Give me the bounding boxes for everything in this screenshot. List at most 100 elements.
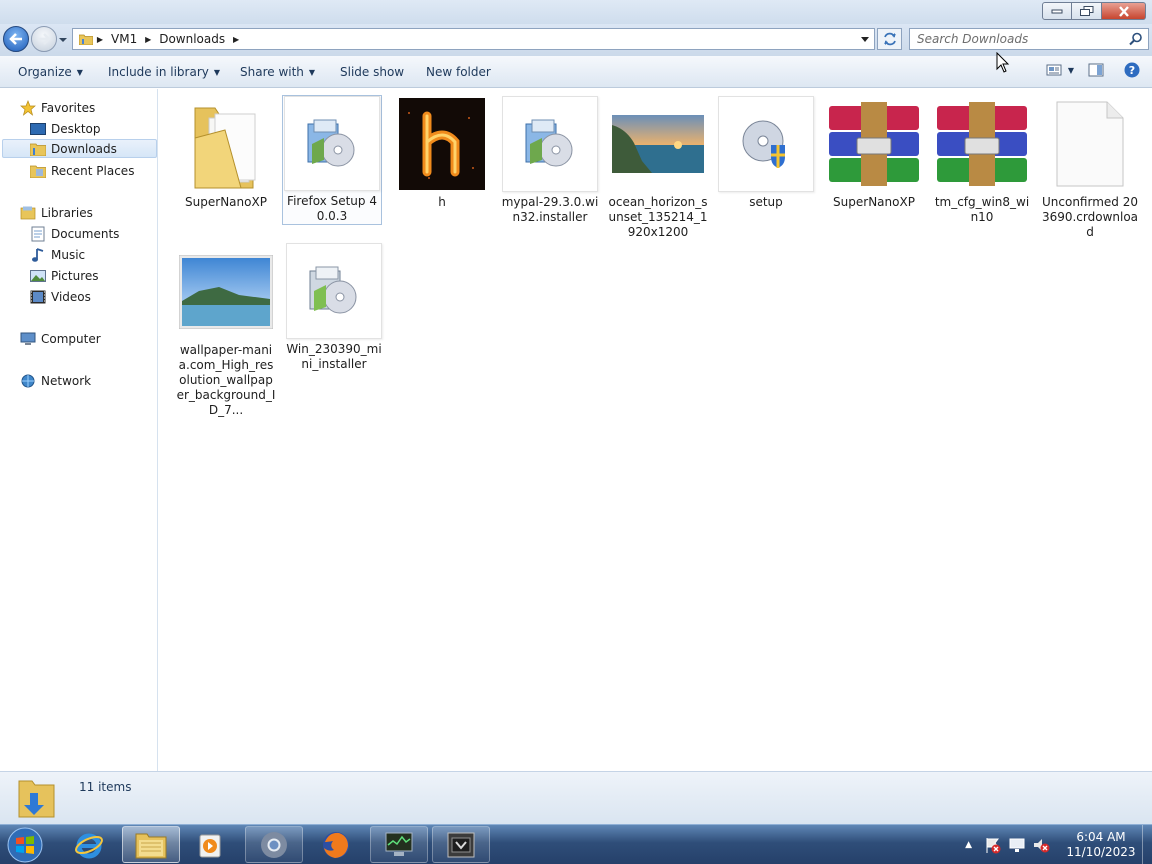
mouse-cursor-icon [996, 52, 1010, 73]
navigation-bar: ▶ VM1 ▶ Downloads ▶ [0, 24, 1152, 56]
file-name: Win_230390_mini_installer [286, 342, 382, 371]
forward-button[interactable] [31, 26, 57, 52]
address-bar[interactable]: ▶ VM1 ▶ Downloads ▶ [72, 28, 875, 50]
chevron-down-icon: ▼ [308, 67, 316, 77]
chevron-down-icon[interactable]: ▼ [1068, 66, 1074, 75]
taskbar-firefox[interactable] [307, 826, 365, 863]
pictures-icon [30, 268, 46, 284]
preview-pane-icon[interactable] [1088, 63, 1104, 77]
sidebar-item-recent-places[interactable]: Recent Places [30, 161, 134, 180]
window-controls [1042, 2, 1146, 20]
file-item[interactable]: ocean_horizon_sunset_135214_1920x1200 [608, 96, 708, 240]
file-name: setup [749, 195, 783, 209]
search-icon[interactable] [1129, 32, 1143, 46]
recent-places-icon [30, 163, 46, 179]
media-player-icon [199, 834, 221, 857]
star-icon [20, 99, 36, 116]
volume-muted-icon[interactable] [1032, 836, 1050, 854]
svg-text:?: ? [1129, 64, 1135, 77]
taskbar-media-player[interactable] [182, 826, 240, 863]
help-icon[interactable]: ? [1124, 62, 1140, 78]
breadcrumb-downloads[interactable]: Downloads [155, 32, 229, 46]
taskbar-windows-explorer[interactable] [122, 826, 180, 863]
sidebar-item-favorites[interactable]: Favorites [20, 98, 95, 117]
file-item[interactable]: h [392, 96, 492, 210]
internet-explorer-icon [75, 833, 103, 858]
file-item[interactable]: setup [716, 96, 816, 210]
sidebar-item-network[interactable]: Network [20, 371, 91, 390]
network-icon [20, 373, 36, 389]
share-with-menu[interactable]: Share with ▼ [240, 65, 315, 79]
include-in-library-menu[interactable]: Include in library ▼ [108, 65, 220, 79]
taskbar-chrome[interactable] [245, 826, 303, 863]
file-item[interactable]: tm_cfg_win8_win10 [932, 96, 1032, 225]
minimize-button[interactable] [1042, 2, 1072, 20]
sidebar-item-libraries[interactable]: Libraries [20, 203, 93, 222]
organize-menu[interactable]: Organize ▼ [18, 65, 83, 79]
system-tray: ▲ 6:04 AM 11/10/2023 [965, 825, 1152, 864]
sidebar-item-pictures[interactable]: Pictures [30, 266, 99, 285]
search-input[interactable] [910, 29, 1120, 49]
file-name: SuperNanoXP [833, 195, 915, 209]
clock-date: 11/10/2023 [1066, 845, 1136, 859]
refresh-button[interactable] [877, 28, 902, 50]
sidebar-item-label: Pictures [51, 268, 99, 283]
search-box [909, 28, 1149, 50]
file-item[interactable]: Win_230390_mini_installer [284, 243, 384, 372]
taskbar-app-window[interactable] [432, 826, 490, 863]
setup-icon [718, 96, 814, 192]
taskbar-internet-explorer[interactable] [60, 826, 118, 863]
organize-label: Organize [18, 65, 72, 79]
clock[interactable]: 6:04 AM 11/10/2023 [1060, 830, 1142, 860]
slide-show-button[interactable]: Slide show [340, 65, 404, 79]
file-item[interactable]: SuperNanoXP [824, 96, 924, 210]
file-list: SuperNanoXP Firefox Setup 40.0.3 h mypal… [159, 89, 1152, 771]
chevron-down-icon: ▼ [213, 67, 221, 77]
chevron-up-icon[interactable]: ▲ [965, 840, 972, 850]
clock-time: 6:04 AM [1076, 830, 1126, 844]
file-item[interactable]: mypal-29.3.0.win32.installer [500, 96, 600, 225]
action-center-icon[interactable] [984, 836, 1002, 854]
sidebar-item-downloads[interactable]: Downloads [2, 139, 157, 158]
file-item[interactable]: SuperNanoXP [176, 96, 276, 210]
start-button[interactable] [3, 826, 47, 864]
taskbar-task-manager[interactable] [370, 826, 428, 863]
folder-icon [135, 833, 167, 858]
downloads-folder-icon [30, 141, 46, 157]
back-button[interactable] [3, 26, 29, 52]
file-item[interactable]: Unconfirmed 203690.crdownload [1040, 96, 1140, 240]
folder-icon [178, 96, 274, 192]
file-item[interactable]: Firefox Setup 40.0.3 [282, 95, 382, 225]
sidebar-item-label: Music [51, 247, 86, 262]
change-view-icon[interactable] [1046, 63, 1062, 77]
sidebar-item-documents[interactable]: Documents [30, 224, 119, 243]
breadcrumb-vm1[interactable]: VM1 [107, 32, 141, 46]
network-status-icon[interactable] [1008, 836, 1026, 854]
file-name: mypal-29.3.0.win32.installer [501, 195, 599, 224]
restore-button[interactable] [1072, 2, 1102, 20]
close-button[interactable] [1102, 2, 1146, 20]
sidebar-item-videos[interactable]: Videos [30, 287, 91, 306]
windows-logo-icon [7, 827, 43, 863]
file-name: tm_cfg_win8_win10 [934, 195, 1030, 224]
sidebar-item-label: Computer [41, 331, 101, 346]
chevron-right-icon[interactable]: ▶ [229, 35, 243, 44]
blank-file-icon [1042, 96, 1138, 192]
arrow-left-icon [9, 33, 22, 45]
recent-pages-dropdown[interactable] [58, 35, 68, 45]
refresh-icon [883, 32, 896, 46]
sidebar-item-music[interactable]: Music [30, 245, 85, 264]
file-item[interactable]: wallpaper-mania.com_High_resolution_wall… [176, 244, 276, 418]
arrow-right-icon [38, 33, 51, 45]
sidebar-item-computer[interactable]: Computer [20, 329, 101, 348]
chevron-right-icon[interactable]: ▶ [93, 35, 107, 44]
sidebar-item-desktop[interactable]: Desktop [30, 119, 101, 138]
chevron-down-icon[interactable] [860, 36, 870, 44]
chevron-right-icon[interactable]: ▶ [141, 35, 155, 44]
new-folder-button[interactable]: New folder [426, 65, 491, 79]
sidebar-item-label: Network [41, 373, 92, 388]
sidebar-item-label: Favorites [41, 100, 96, 115]
installer-icon [286, 243, 382, 339]
sidebar-item-label: Desktop [51, 121, 101, 136]
show-desktop-button[interactable] [1142, 825, 1152, 864]
